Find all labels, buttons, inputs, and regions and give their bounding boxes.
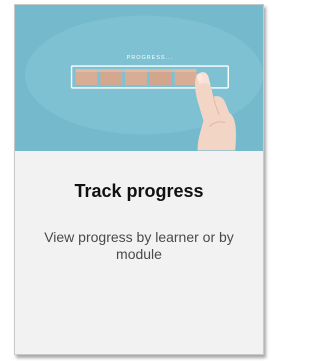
progress-illustration: PROGRESS... — [15, 5, 263, 151]
card-title: Track progress — [74, 181, 204, 201]
track-progress-card[interactable]: PROGRESS... Track progress View progress… — [14, 4, 264, 355]
progress-image: PROGRESS... — [15, 5, 263, 151]
card-description: View progress by learner or by module — [44, 229, 234, 262]
card-body: Track progress View progress by learner … — [15, 151, 263, 354]
progress-overlay-text: PROGRESS... — [127, 55, 173, 61]
progress-blocks — [75, 69, 197, 85]
